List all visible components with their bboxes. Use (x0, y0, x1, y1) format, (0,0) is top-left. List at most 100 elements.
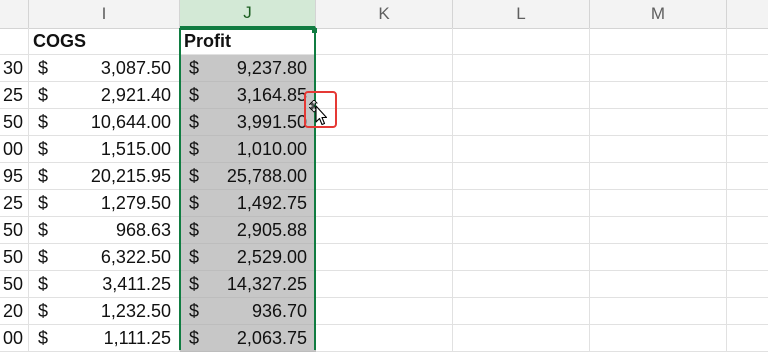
column-header-n[interactable] (727, 0, 768, 28)
column-header-m[interactable]: M (590, 0, 727, 28)
profit-cell[interactable]: $1,010.00 (180, 136, 316, 163)
cell[interactable] (453, 28, 590, 55)
cell[interactable] (590, 271, 727, 298)
cell[interactable] (727, 298, 768, 325)
cell[interactable] (316, 271, 453, 298)
cell[interactable] (453, 217, 590, 244)
profit-cell[interactable]: $936.70 (180, 298, 316, 325)
cell[interactable] (590, 298, 727, 325)
cell[interactable] (453, 298, 590, 325)
column-header-h[interactable] (0, 0, 29, 28)
cell[interactable] (316, 55, 453, 82)
profit-value: 25,788.00 (226, 166, 307, 186)
prev-column-cell[interactable]: 50 (0, 244, 29, 271)
cell[interactable] (727, 28, 768, 55)
cogs-cell[interactable]: $10,644.00 (29, 109, 180, 136)
profit-cell[interactable]: $25,788.00 (180, 163, 316, 190)
cell[interactable] (316, 28, 453, 55)
prev-column-cell[interactable]: 95 (0, 163, 29, 190)
cogs-cell[interactable]: $2,921.40 (29, 82, 180, 109)
table-row: 50 $10,644.00 $3,991.50 (0, 109, 768, 136)
cell[interactable] (316, 163, 453, 190)
profit-header-cell[interactable]: Profit (180, 28, 316, 55)
cell[interactable] (727, 190, 768, 217)
prev-column-cell[interactable]: 25 (0, 190, 29, 217)
cogs-header-cell[interactable]: COGS (29, 28, 180, 55)
cogs-cell[interactable]: $6,322.50 (29, 244, 180, 271)
prev-column-cell[interactable]: 50 (0, 217, 29, 244)
cell[interactable] (590, 109, 727, 136)
currency-symbol: $ (189, 274, 200, 294)
profit-cell[interactable]: $3,991.50 (180, 109, 316, 136)
column-header-i[interactable]: I (29, 0, 180, 28)
cell[interactable] (0, 28, 29, 55)
table-row: 50 $3,411.25 $14,327.25 (0, 271, 768, 298)
cell[interactable] (590, 82, 727, 109)
prev-column-cell[interactable]: 00 (0, 136, 29, 163)
cell[interactable] (727, 55, 768, 82)
cell[interactable] (590, 28, 727, 55)
cell[interactable] (453, 82, 590, 109)
cogs-cell[interactable]: $20,215.95 (29, 163, 180, 190)
profit-value: 1,492.75 (236, 193, 307, 213)
cell[interactable] (316, 217, 453, 244)
cell[interactable] (453, 271, 590, 298)
currency-symbol: $ (189, 58, 200, 78)
prev-column-cell[interactable]: 50 (0, 271, 29, 298)
cell[interactable] (727, 217, 768, 244)
cell[interactable] (727, 82, 768, 109)
fill-handle[interactable] (312, 28, 317, 33)
prev-column-cell[interactable]: 20 (0, 298, 29, 325)
cogs-value: 10,644.00 (90, 112, 171, 132)
cell[interactable] (453, 244, 590, 271)
cell[interactable] (453, 190, 590, 217)
cell[interactable] (727, 136, 768, 163)
cell[interactable] (590, 136, 727, 163)
cell[interactable] (727, 244, 768, 271)
column-header-k[interactable]: K (316, 0, 453, 28)
cell[interactable] (316, 244, 453, 271)
cell[interactable] (590, 190, 727, 217)
currency-symbol: $ (189, 247, 200, 267)
cell[interactable] (453, 136, 590, 163)
cell[interactable] (316, 136, 453, 163)
table-row: 20 $1,232.50 $936.70 (0, 298, 768, 325)
prev-column-cell[interactable]: 50 (0, 109, 29, 136)
cell[interactable] (453, 163, 590, 190)
currency-symbol: $ (38, 166, 49, 186)
currency-symbol: $ (38, 247, 49, 267)
profit-cell[interactable]: $2,529.00 (180, 244, 316, 271)
profit-cell[interactable]: $3,164.85 (180, 82, 316, 109)
cell[interactable] (590, 163, 727, 190)
cell[interactable] (727, 271, 768, 298)
cell[interactable] (727, 163, 768, 190)
prev-column-cell[interactable]: 30 (0, 55, 29, 82)
column-header-j[interactable]: J (180, 0, 316, 28)
column-header-l[interactable]: L (453, 0, 590, 28)
cell[interactable] (316, 190, 453, 217)
profit-cell[interactable]: $14,327.25 (180, 271, 316, 298)
cogs-cell[interactable]: $3,411.25 (29, 271, 180, 298)
profit-value: 9,237.80 (236, 58, 307, 78)
cell[interactable] (727, 109, 768, 136)
profit-value: 2,529.00 (236, 247, 307, 267)
prev-column-cell[interactable]: 25 (0, 82, 29, 109)
currency-symbol: $ (189, 328, 200, 348)
cell[interactable] (590, 55, 727, 82)
cell[interactable] (316, 298, 453, 325)
profit-value: 2,905.88 (236, 220, 307, 240)
profit-cell[interactable]: $2,905.88 (180, 217, 316, 244)
cogs-cell[interactable]: $1,515.00 (29, 136, 180, 163)
profit-cell[interactable]: $9,237.80 (180, 55, 316, 82)
cogs-cell[interactable]: $1,232.50 (29, 298, 180, 325)
profit-cell[interactable]: $1,492.75 (180, 190, 316, 217)
cogs-cell[interactable]: $1,279.50 (29, 190, 180, 217)
cell[interactable] (590, 244, 727, 271)
cogs-cell[interactable]: $3,087.50 (29, 55, 180, 82)
cogs-value: 1,232.50 (100, 301, 171, 321)
cell[interactable] (453, 109, 590, 136)
cell[interactable] (590, 217, 727, 244)
cell[interactable] (453, 55, 590, 82)
spreadsheet-grid[interactable]: I J K L M COGS Profit 30 $3,087.50 $9,23… (0, 0, 768, 352)
cogs-cell[interactable]: $968.63 (29, 217, 180, 244)
